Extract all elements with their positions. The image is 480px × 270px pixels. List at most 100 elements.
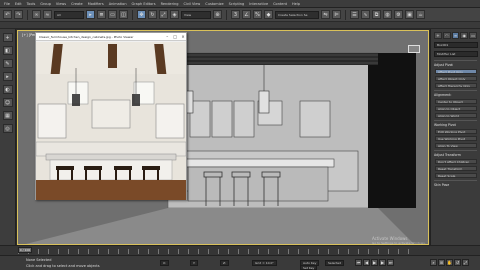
undo-icon[interactable]: ↶ <box>3 10 12 19</box>
menu-item-civil-view[interactable]: Civil View <box>183 2 200 6</box>
previous-frame-icon[interactable]: ◀ <box>363 259 370 266</box>
align-to-object-button[interactable]: Align to Object <box>435 106 477 111</box>
time-slider[interactable]: 0 / 100 <box>0 245 480 255</box>
orbit-icon[interactable]: ↺ <box>454 259 461 266</box>
object-name-field[interactable]: Box001 <box>434 42 478 48</box>
zoom-icon[interactable]: ⌕ <box>430 259 437 266</box>
move-icon[interactable]: ✥ <box>137 10 146 19</box>
rollout-skin-pose[interactable]: Skin Pose <box>434 180 477 187</box>
menu-item-animation[interactable]: Animation <box>109 2 127 6</box>
display-tab[interactable]: ▭ <box>469 32 477 39</box>
redo-icon[interactable]: ↷ <box>14 10 23 19</box>
reset-scale-button[interactable]: Reset Scale <box>435 173 477 178</box>
reference-window-titlebar[interactable]: Classic_farmhouse_kitchen_design_cabinet… <box>36 33 186 41</box>
maximize-viewport-icon[interactable]: ⤢ <box>462 259 469 266</box>
schematic-view-icon[interactable]: ⧉ <box>372 10 381 19</box>
affect-object-only-button[interactable]: Affect Object Only <box>435 76 477 81</box>
named-selection-sets-dropdown[interactable]: Create Selection Se <box>275 10 319 19</box>
selection-filter-dropdown[interactable]: All <box>54 10 84 19</box>
selection-icon[interactable]: ▸ <box>2 72 13 81</box>
rollout-alignment[interactable]: Alignment: <box>434 90 477 97</box>
dont-affect-children-button[interactable]: Don't Affect Children <box>435 159 477 164</box>
reference-image-window[interactable]: Classic_farmhouse_kitchen_design_cabinet… <box>35 32 187 200</box>
hierarchy-tab[interactable]: ≡ <box>451 32 460 39</box>
modifier-list-dropdown[interactable]: Modifier List <box>434 51 478 57</box>
rollout-adjust-pivot[interactable]: Adjust Pivot <box>434 60 477 67</box>
next-frame-icon[interactable]: ▶ <box>379 259 386 266</box>
time-slider-handle[interactable]: 0 / 100 <box>18 247 32 253</box>
menu-item-content[interactable]: Content <box>273 2 287 6</box>
go-to-end-icon[interactable]: ⏭ <box>387 259 394 266</box>
affect-pivot-only-button[interactable]: Affect Pivot Only <box>435 69 477 74</box>
angle-snap-icon[interactable]: ∠ <box>242 10 251 19</box>
z-coord-field[interactable]: Z: <box>220 260 230 266</box>
viewport-layout-icon[interactable]: ▦ <box>2 111 13 120</box>
maximize-button[interactable]: □ <box>172 34 178 39</box>
set-key-button[interactable]: Set Key <box>300 265 318 270</box>
edit-working-pivot-button[interactable]: Edit Working Pivot <box>435 129 477 134</box>
material-editor-icon[interactable]: ◍ <box>383 10 392 19</box>
rotate-icon[interactable]: ↻ <box>148 10 157 19</box>
isolate-icon[interactable]: ◎ <box>2 124 13 133</box>
modeling-icon[interactable]: ◧ <box>2 46 13 55</box>
menu-item-customize[interactable]: Customize <box>205 2 223 6</box>
place-icon[interactable]: ◈ <box>170 10 179 19</box>
mirror-icon[interactable]: ⇋ <box>321 10 330 19</box>
menu-item-edit[interactable]: Edit <box>15 2 22 6</box>
menu-item-scripting[interactable]: Scripting <box>229 2 245 6</box>
spinner-snap-icon[interactable]: ◆ <box>264 10 273 19</box>
center-to-object-button[interactable]: Center to Object <box>435 99 477 104</box>
create-icon[interactable]: + <box>2 33 13 42</box>
freeform-icon[interactable]: ✎ <box>2 59 13 68</box>
menu-item-group[interactable]: Group <box>40 2 51 6</box>
menu-item-tools[interactable]: Tools <box>27 2 36 6</box>
object-paint-icon[interactable]: ◐ <box>2 85 13 94</box>
menu-item-create[interactable]: Create <box>71 2 83 6</box>
menu-item-views[interactable]: Views <box>56 2 66 6</box>
select-object-icon[interactable]: ▸ <box>86 10 95 19</box>
zoom-all-icon[interactable]: ⊞ <box>438 259 445 266</box>
menu-item-interactive[interactable]: Interactive <box>249 2 268 6</box>
reference-coord-dropdown[interactable]: View <box>181 10 211 19</box>
menu-item-graph-editors[interactable]: Graph Editors <box>132 2 156 6</box>
align-to-world-button[interactable]: Align to World <box>435 113 477 118</box>
go-to-start-icon[interactable]: ⏮ <box>355 259 362 266</box>
align-to-view-button[interactable]: Align To View <box>435 143 477 148</box>
menu-item-file[interactable]: File <box>4 2 10 6</box>
curve-editor-icon[interactable]: ∿ <box>361 10 370 19</box>
play-icon[interactable]: ▶ <box>371 259 378 266</box>
menu-item-modifiers[interactable]: Modifiers <box>88 2 104 6</box>
link-icon[interactable]: ∞ <box>32 10 41 19</box>
modify-tab[interactable]: ◠ <box>442 32 451 39</box>
ribbon-strip[interactable] <box>0 22 480 29</box>
rollout-adjust-transform[interactable]: Adjust Transform <box>434 150 477 157</box>
window-crossing-icon[interactable]: ◫ <box>119 10 128 19</box>
unlink-icon[interactable]: ≈ <box>43 10 52 19</box>
pan-icon[interactable]: ✋ <box>446 259 453 266</box>
rollout-working-pivot[interactable]: Working Pivot <box>434 120 477 127</box>
y-coord-field[interactable]: Y: <box>190 260 199 266</box>
affect-hierarchy-only-button[interactable]: Affect Hierarchy Only <box>435 83 477 88</box>
menu-item-rendering[interactable]: Rendering <box>161 2 179 6</box>
motion-tab[interactable]: ◉ <box>460 32 469 39</box>
snaps-toggle-icon[interactable]: 3 <box>231 10 240 19</box>
render-setup-icon[interactable]: ⚙ <box>394 10 403 19</box>
scale-icon[interactable]: ⤢ <box>159 10 168 19</box>
use-working-pivot-button[interactable]: Use Working Pivot <box>435 136 477 141</box>
create-tab[interactable]: + <box>434 32 442 39</box>
align-icon[interactable]: ⊫ <box>332 10 341 19</box>
timeline-ticks[interactable] <box>18 249 418 254</box>
key-filter-dropdown[interactable]: Selected <box>325 260 345 266</box>
render-frame-icon[interactable]: ▣ <box>405 10 414 19</box>
percent-snap-icon[interactable]: % <box>253 10 262 19</box>
render-icon[interactable]: ☕ <box>416 10 425 19</box>
reset-transform-button[interactable]: Reset Transform <box>435 166 477 171</box>
menu-item-help[interactable]: Help <box>292 2 300 6</box>
select-by-name-icon[interactable]: ≣ <box>97 10 106 19</box>
populate-icon[interactable]: ☺ <box>2 98 13 107</box>
minimize-button[interactable]: – <box>164 34 170 39</box>
layer-explorer-icon[interactable]: ☰ <box>350 10 359 19</box>
close-button[interactable]: × <box>180 34 186 39</box>
x-coord-field[interactable]: X: <box>160 260 170 266</box>
pivot-center-icon[interactable]: ⊕ <box>213 10 222 19</box>
